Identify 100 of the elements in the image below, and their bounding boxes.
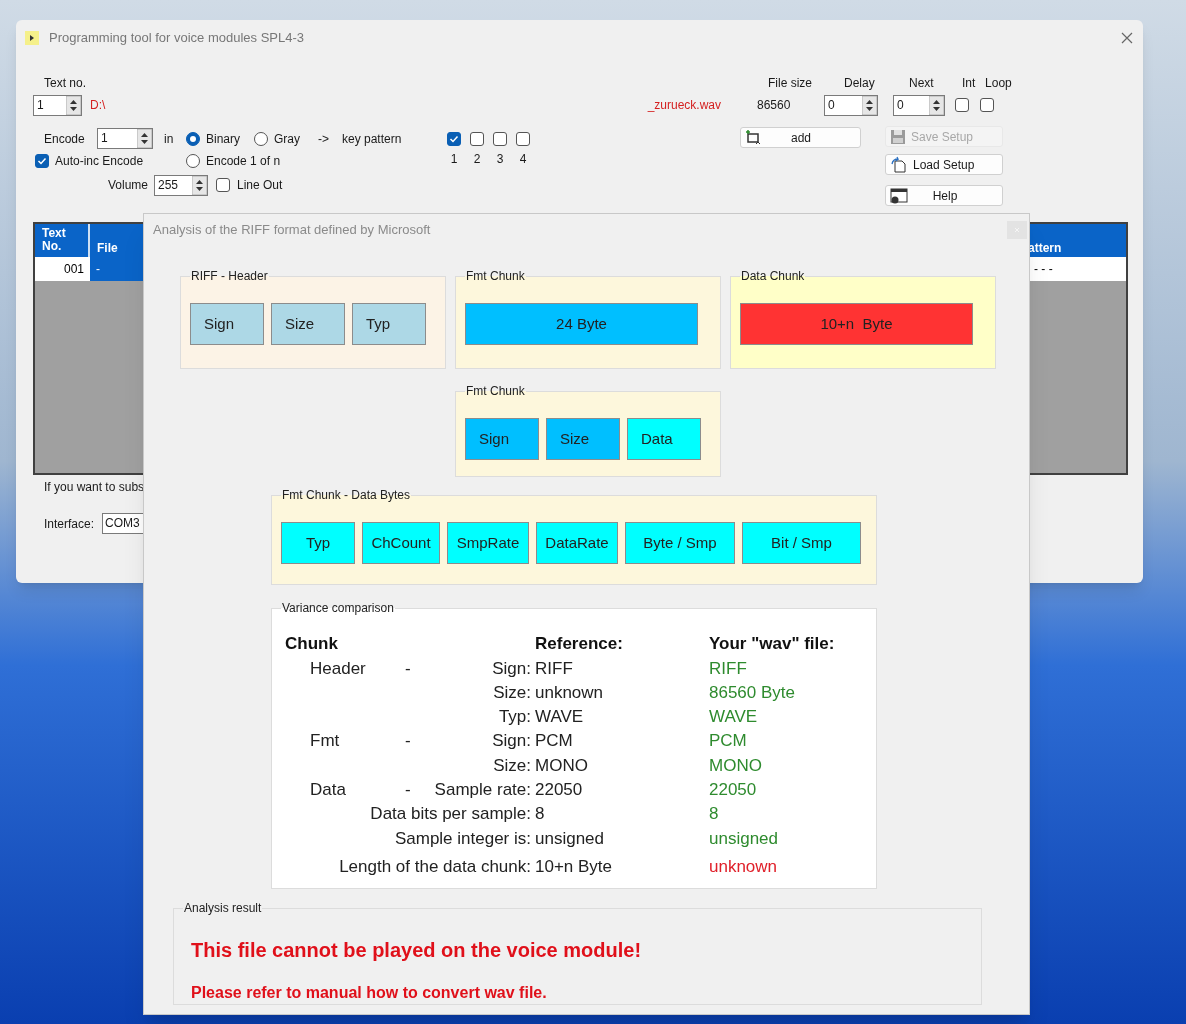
field-label: Sample rate: (434, 779, 532, 801)
chunk-block: ChCount (362, 522, 440, 564)
checkbox[interactable] (955, 98, 969, 112)
file-value: MONO (709, 754, 763, 777)
field-label: Loop (985, 75, 1012, 92)
key-number: 4 (519, 150, 527, 168)
result-message: This file cannot be played on the voice module! (191, 938, 643, 963)
field-label: Length of the data chunk: (339, 855, 532, 878)
field-label: Sample integer is: (394, 827, 532, 850)
column-header: Your "wav" file: (709, 633, 836, 655)
reference-value: RIFF (535, 657, 574, 680)
hint-text: If you want to subs (44, 479, 145, 496)
file-value: unknown (709, 855, 779, 878)
reference-value: 10+n Byte (535, 855, 614, 878)
chunk-block: Data (627, 418, 701, 460)
spin-arrows-icon (137, 129, 152, 148)
document-icon (890, 155, 908, 174)
chunk-block: Typ (352, 303, 426, 345)
close-icon (1121, 32, 1133, 44)
add-icon (744, 129, 762, 146)
group-title: Fmt Chunk (465, 268, 526, 285)
group-title: Fmt Chunk (465, 383, 526, 400)
chunk-block: Typ (281, 522, 355, 564)
spin-field[interactable]: 0 (824, 94, 878, 116)
group-title: Variance comparison (281, 600, 395, 617)
dash-text: - (405, 657, 411, 680)
file-value: PCM (709, 730, 748, 753)
help-icon (890, 187, 908, 204)
field-label: File size (768, 75, 814, 92)
spin-field[interactable]: 1 (97, 128, 153, 149)
field-label: Volume (108, 177, 150, 194)
field-label: in (164, 130, 175, 148)
file-size-value: 86560 (757, 97, 792, 114)
spin-field[interactable]: 1 (33, 94, 82, 116)
field-label: key pattern (342, 130, 403, 148)
field-label: Delay (844, 75, 876, 92)
help-button[interactable]: Help (885, 185, 1003, 206)
chunk-name: Fmt (310, 730, 341, 753)
chunk-block: DataRate (536, 522, 618, 564)
checkbox[interactable] (516, 131, 530, 146)
chunk-block: Bit / Smp (742, 522, 861, 564)
arrow-text: -> (318, 130, 330, 148)
field-label: Int (962, 75, 977, 92)
checkbox-label: Auto-inc Encode (55, 153, 145, 170)
radio-label: Gray (274, 130, 300, 148)
dialog-title: Analysis of the RIFF format defined by Microsoft (153, 221, 431, 240)
key-number: 1 (450, 150, 458, 168)
chunk-block: 24 Byte (465, 303, 698, 345)
group-title: RIFF - Header (190, 268, 269, 285)
checkmark-icon (37, 156, 47, 166)
group-title: Fmt Chunk - Data Bytes (281, 487, 412, 504)
reference-value: unsigned (535, 827, 605, 850)
spin-field[interactable]: 255 (154, 174, 208, 196)
chunk-block: Size (546, 418, 620, 460)
reference-value: 22050 (535, 779, 584, 801)
reference-value: unknown (535, 681, 605, 704)
field-label: Size: (493, 681, 532, 704)
field-label: Typ: (498, 706, 532, 729)
field-label: Size: (493, 754, 532, 777)
field-label: Data bits per sample: (370, 803, 532, 826)
load-button[interactable]: Load Setup (885, 154, 1003, 175)
chunk-block: Byte / Smp (625, 522, 735, 564)
checkbox[interactable] (470, 131, 484, 146)
spin-arrows-icon (929, 95, 944, 115)
result-hint: Please refer to manual how to convert wav file. (191, 983, 548, 1003)
checkbox[interactable] (447, 131, 461, 146)
dash-text: - (405, 779, 411, 801)
checkbox-label: Line Out (237, 177, 283, 194)
file-name: _zurueck.wav (647, 97, 721, 114)
chunk-block: SmpRate (447, 522, 529, 564)
column-header: Chunk (285, 633, 339, 655)
chunk-name: Header (310, 657, 367, 680)
field-label: Text no. (44, 75, 87, 92)
reference-value: 8 (535, 803, 546, 826)
field-label: Interface: (44, 515, 95, 533)
spin-arrows-icon (66, 95, 81, 115)
file-value: WAVE (709, 706, 759, 729)
radio-button[interactable] (186, 131, 200, 146)
group-title: Data Chunk (740, 268, 806, 285)
checkbox[interactable] (493, 131, 507, 146)
reference-value: MONO (535, 754, 589, 777)
checkbox[interactable] (35, 154, 49, 168)
chunk-name: Data (310, 779, 347, 801)
file-value: 86560 Byte (709, 681, 796, 704)
spin-arrows-icon (192, 175, 207, 195)
radio-button[interactable] (254, 131, 268, 146)
table-cell[interactable]: - - - (1028, 257, 1126, 281)
file-value: RIFF (709, 657, 748, 680)
path-text: D:\ (90, 97, 106, 114)
field-label: Next (909, 75, 935, 92)
radio-button[interactable] (186, 154, 200, 168)
spin-arrows-icon (862, 95, 877, 115)
radio-label: Binary (206, 130, 240, 148)
spin-field[interactable]: 0 (893, 94, 945, 116)
checkbox[interactable] (980, 98, 994, 112)
table-cell[interactable]: 001 (35, 257, 90, 281)
add-button[interactable]: add (740, 127, 861, 148)
file-value: unsigned (709, 827, 779, 850)
file-value: 8 (709, 803, 720, 826)
checkbox[interactable] (216, 178, 230, 192)
